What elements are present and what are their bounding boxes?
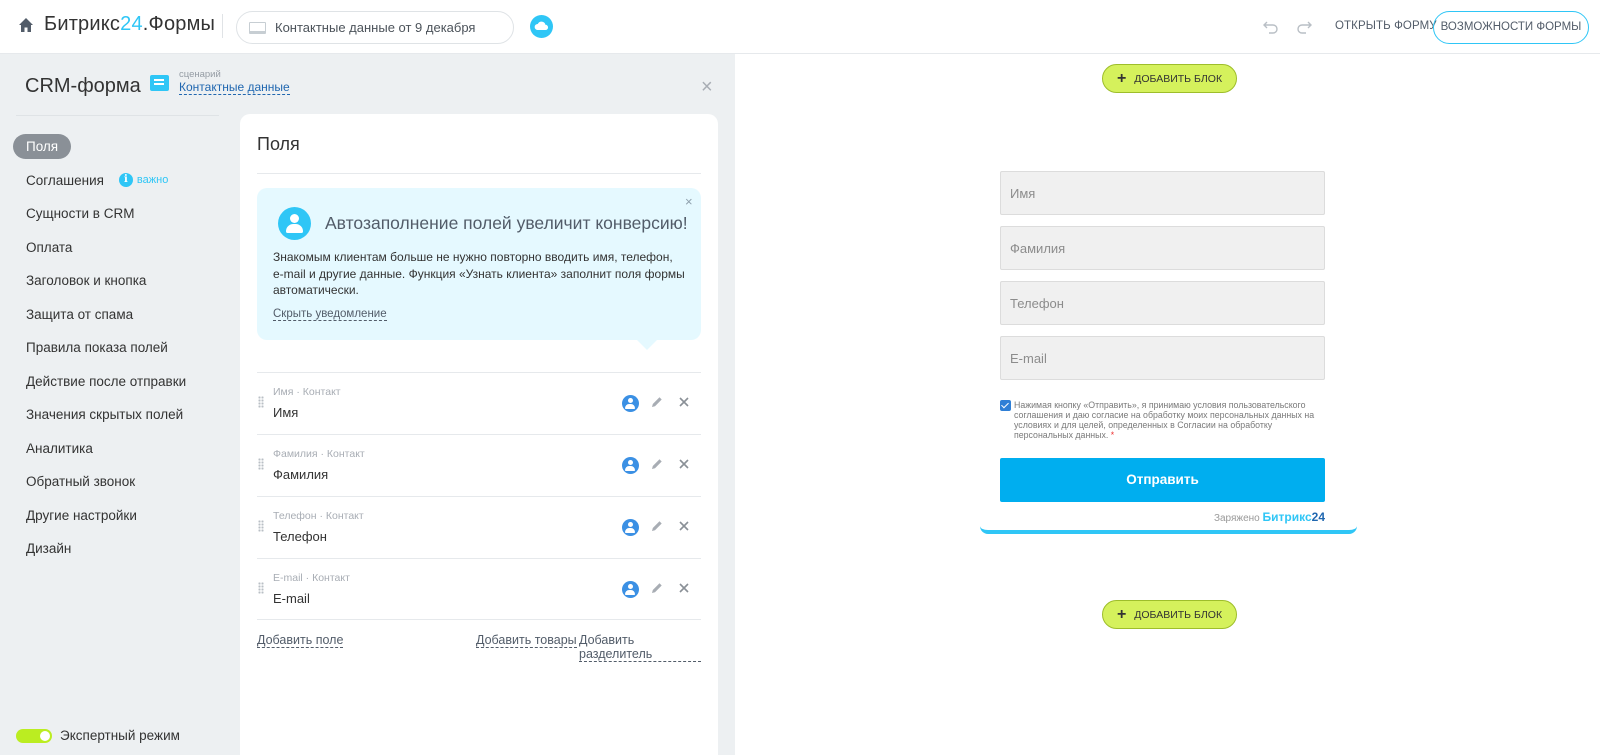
preview-input-lastname[interactable]: Фамилия	[1000, 226, 1325, 270]
app-logo[interactable]: Битрикс24.Формы	[44, 13, 215, 36]
plus-icon: +	[1116, 605, 1127, 623]
nav-item-header-button[interactable]: Заголовок и кнопка	[13, 264, 223, 298]
notice-text: Знакомым клиентам больше не нужно повтор…	[273, 250, 685, 297]
nav-item-other-settings[interactable]: Другие настройки	[13, 499, 223, 533]
scenario-link[interactable]: Контактные данные	[179, 80, 290, 95]
notice-title: Автозаполнение полей увеличит конверсию!	[325, 213, 688, 233]
field-name: Телефон	[273, 529, 327, 544]
field-name: Имя	[273, 405, 299, 420]
form-name-field[interactable]: Контактные данные от 9 декабря	[236, 11, 514, 44]
add-block-button[interactable]: + ДОБАВИТЬ БЛОК	[1102, 600, 1237, 629]
expert-mode-label: Экспертный режим	[60, 728, 180, 743]
cloud-save-icon[interactable]	[530, 15, 553, 38]
scenario-caption: сценарий	[179, 69, 221, 80]
card-bottom-border	[980, 526, 1357, 534]
nav-item-design[interactable]: Дизайн	[13, 532, 223, 566]
field-name: Фамилия	[273, 467, 329, 482]
drag-handle-icon[interactable]	[258, 582, 264, 594]
settings-nav: Поля Соглашения i важно Сущности в CRM Опл…	[13, 130, 223, 566]
form-icon	[249, 22, 266, 34]
nav-item-callback[interactable]: Обратный звонок	[13, 465, 223, 499]
preview-input-phone[interactable]: Телефон	[1000, 281, 1325, 325]
open-form-link[interactable]: ОТКРЫТЬ ФОРМУ	[1335, 20, 1437, 32]
expert-mode-toggle[interactable]	[16, 728, 52, 743]
delete-icon[interactable]	[677, 457, 691, 471]
autofill-user-icon[interactable]	[622, 395, 639, 412]
drag-handle-icon[interactable]	[258, 458, 264, 470]
form-preview: + ДОБАВИТЬ БЛОК Имя Фамилия Телефон E-mai…	[735, 54, 1600, 755]
field-meta: E-mail · Контакт	[273, 572, 350, 584]
pencil-icon[interactable]	[650, 581, 664, 595]
agreement: Нажимая кнопку «Отправить», я принимаю у…	[1000, 400, 1325, 440]
drag-handle-icon[interactable]	[258, 520, 264, 532]
delete-icon[interactable]	[677, 519, 691, 533]
nav-item-fields[interactable]: Поля	[13, 130, 223, 164]
delete-icon[interactable]	[677, 581, 691, 595]
expert-mode: Экспертный режим	[16, 728, 180, 743]
close-icon[interactable]: ×	[685, 194, 693, 209]
agreement-text: Нажимая кнопку «Отправить», я принимаю у…	[1014, 400, 1315, 440]
hide-notice-link[interactable]: Скрыть уведомление	[273, 308, 387, 321]
powered-by[interactable]: Заряжено Битрикс24	[1214, 510, 1325, 524]
nav-item-after-submit[interactable]: Действие после отправки	[13, 365, 223, 399]
page-title: CRM-форма	[25, 75, 141, 97]
preview-input-email[interactable]: E-mail	[1000, 336, 1325, 380]
drag-handle-icon[interactable]	[258, 396, 264, 408]
field-meta: Имя · Контакт	[273, 386, 341, 398]
pencil-icon[interactable]	[650, 457, 664, 471]
nav-item-spam-protection[interactable]: Защита от спама	[13, 298, 223, 332]
preview-input-name[interactable]: Имя	[1000, 171, 1325, 215]
fields-list: Имя · Контакт Имя Фамилия · Контакт Фами…	[257, 372, 701, 620]
panel-actions: Добавить поле Добавить товары Добавить р…	[257, 633, 701, 662]
close-icon[interactable]: ×	[701, 76, 713, 99]
panel-title: Поля	[257, 134, 300, 154]
user-search-icon	[278, 207, 311, 240]
nav-item-payment[interactable]: Оплата	[13, 231, 223, 265]
form-name-text: Контактные данные от 9 декабря	[275, 20, 476, 35]
field-row[interactable]: E-mail · Контакт E-mail	[257, 558, 701, 620]
nav-item-hidden-values[interactable]: Значения скрытых полей	[13, 398, 223, 432]
add-separator-link[interactable]: Добавить разделитель	[579, 633, 701, 662]
autofill-user-icon[interactable]	[622, 457, 639, 474]
autofill-user-icon[interactable]	[622, 581, 639, 598]
autofill-notice: Автозаполнение полей увеличит конверсию!…	[257, 188, 701, 350]
divider	[16, 115, 219, 116]
pencil-icon[interactable]	[650, 519, 664, 533]
field-name: E-mail	[273, 591, 310, 606]
info-icon: i	[118, 173, 133, 188]
submit-button[interactable]: Отправить	[1000, 458, 1325, 502]
home-icon[interactable]	[18, 17, 34, 33]
nav-item-field-rules[interactable]: Правила показа полей	[13, 331, 223, 365]
field-row[interactable]: Имя · Контакт Имя	[257, 372, 701, 434]
redo-icon[interactable]	[1295, 18, 1313, 36]
required-mark: *	[1110, 430, 1115, 440]
field-meta: Телефон · Контакт	[273, 510, 364, 522]
nav-item-agreements[interactable]: Соглашения i важно	[13, 164, 223, 198]
top-bar: Битрикс24.Формы Контактные данные от 9 д…	[0, 0, 1600, 54]
form-card: Имя Фамилия Телефон E-mail Нажимая кнопк…	[980, 54, 1357, 535]
field-row[interactable]: Фамилия · Контакт Фамилия	[257, 434, 701, 496]
delete-icon[interactable]	[677, 395, 691, 409]
nav-item-analytics[interactable]: Аналитика	[13, 432, 223, 466]
field-row[interactable]: Телефон · Контакт Телефон	[257, 496, 701, 558]
important-badge[interactable]: i важно	[118, 173, 168, 188]
form-features-button[interactable]: ВОЗМОЖНОСТИ ФОРМЫ	[1433, 11, 1589, 44]
divider	[257, 173, 701, 174]
pencil-icon[interactable]	[650, 395, 664, 409]
add-field-link[interactable]: Добавить поле	[257, 633, 344, 648]
nav-item-crm-entities[interactable]: Сущности в CRM	[13, 197, 223, 231]
scenario-icon	[150, 75, 169, 91]
undo-icon[interactable]	[1262, 18, 1280, 36]
fields-panel: Поля Автозаполнение полей увеличит конве…	[240, 114, 718, 755]
agreement-checkbox[interactable]	[1000, 400, 1011, 411]
divider	[222, 14, 223, 38]
autofill-user-icon[interactable]	[622, 519, 639, 536]
add-products-link[interactable]: Добавить товары	[476, 633, 577, 648]
field-meta: Фамилия · Контакт	[273, 448, 365, 460]
